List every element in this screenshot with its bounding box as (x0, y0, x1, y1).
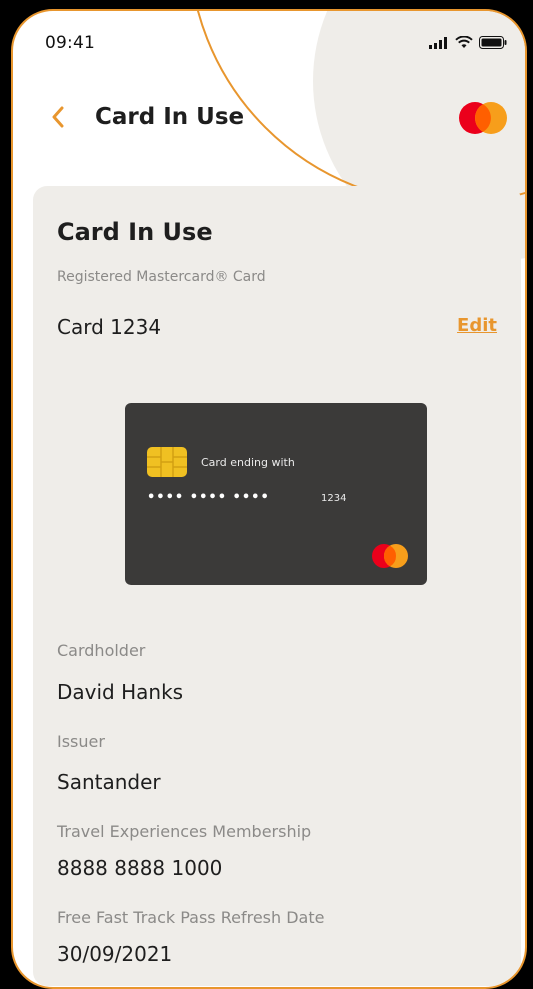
status-bar: 09:41 (13, 11, 525, 71)
chevron-left-icon (52, 106, 64, 128)
page-title: Card In Use (95, 104, 245, 130)
cardholder-label: Cardholder (57, 641, 146, 660)
mastercard-logo (459, 102, 507, 134)
refresh-date-label: Free Fast Track Pass Refresh Date (57, 908, 325, 927)
panel-title: Card In Use (57, 218, 213, 246)
card-visual: Card ending with •••• •••• •••• 1234 (125, 403, 427, 585)
status-icons (429, 36, 507, 49)
issuer-label: Issuer (57, 732, 105, 751)
signal-icon (429, 36, 447, 49)
cardholder-value: David Hanks (57, 680, 184, 704)
masked-card-number: •••• •••• •••• (147, 490, 270, 505)
app-header: Card In Use (13, 91, 525, 151)
card-ending-label: Card ending with (201, 456, 295, 469)
back-button[interactable] (45, 101, 71, 133)
issuer-value: Santander (57, 770, 161, 794)
edit-link[interactable]: Edit (457, 315, 497, 336)
card-last-four: 1234 (321, 493, 347, 504)
card-name: Card 1234 (57, 315, 162, 339)
status-time: 09:41 (45, 33, 95, 53)
card-chip-icon (147, 447, 187, 477)
membership-value: 8888 8888 1000 (57, 856, 223, 880)
membership-label: Travel Experiences Membership (57, 822, 312, 841)
refresh-date-value: 30/09/2021 (57, 942, 173, 966)
panel-subtitle: Registered Mastercard® Card (57, 269, 266, 285)
wifi-icon (455, 36, 473, 48)
battery-icon (479, 36, 507, 49)
mastercard-logo (372, 544, 408, 568)
card-details-panel: Card In Use Registered Mastercard® Card … (33, 186, 521, 986)
phone-frame: 09:41 Card In Use Card In Use Registered… (11, 9, 527, 989)
